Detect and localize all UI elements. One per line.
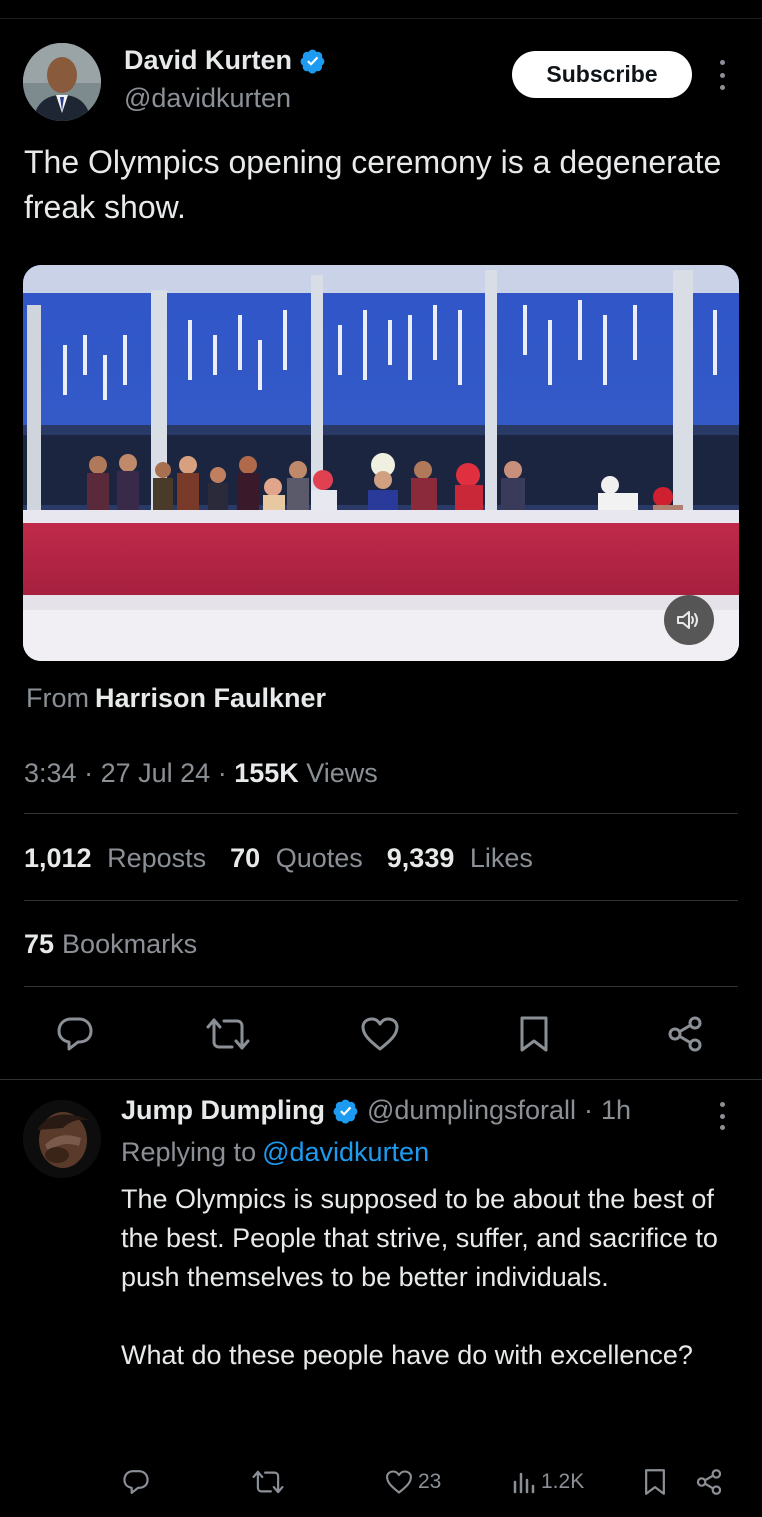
bookmark-icon [520,1016,548,1052]
reposts-stat[interactable]: 1,012 Reposts [24,843,206,874]
reply-bookmark-button[interactable] [643,1462,667,1502]
divider [24,813,738,814]
from-name[interactable]: Harrison Faulkner [95,683,326,713]
verified-badge-icon [333,1099,358,1123]
reply-paragraph: What do these people have do with excell… [121,1340,693,1370]
reply-button[interactable] [53,1010,97,1058]
repost-button[interactable] [206,1010,250,1058]
reply-repost-button[interactable] [252,1462,284,1502]
reply-like-count: 23 [418,1470,442,1493]
share-icon [668,1016,702,1052]
tweet-action-bar [0,1010,762,1058]
reply-age[interactable]: 1h [601,1095,631,1126]
author-name-row[interactable]: David Kurten [124,45,326,76]
replying-to: Replying to @davidkurten [121,1137,429,1168]
more-options-icon[interactable] [712,60,732,90]
repost-icon [206,1018,250,1050]
from-attribution: From Harrison Faulkner [26,683,326,714]
divider [24,986,738,987]
share-button[interactable] [663,1010,707,1058]
reply-icon [57,1017,93,1051]
reply-action-bar: 23 1.2K [0,1462,762,1502]
tweet-date[interactable]: 27 Jul 24 [101,758,211,788]
divider [24,900,738,901]
top-divider [0,18,762,19]
reply-avatar-photo [23,1100,101,1178]
reposts-label: Reposts [107,843,207,873]
reply-share-button[interactable] [695,1462,723,1502]
reply-like-button[interactable]: 23 [385,1462,441,1502]
verified-badge-icon [300,49,325,73]
bookmark-icon [645,1469,665,1495]
reply-reply-button[interactable] [122,1462,150,1502]
likes-stat[interactable]: 9,339 Likes [387,843,533,874]
quotes-stat[interactable]: 70 Quotes [230,843,363,874]
views-count: 155K [234,758,299,788]
author-handle[interactable]: @davidkurten [124,83,291,114]
bookmarks-stat[interactable]: 75 Bookmarks [24,929,197,960]
thread-separator [0,1079,762,1080]
tweet-text: The Olympics opening ceremony is a degen… [24,144,722,225]
reply-author-handle[interactable]: @dumplingsforall [367,1095,576,1126]
reply-header: Jump Dumpling @dumplingsforall · 1h [121,1095,632,1126]
reply-author-name[interactable]: Jump Dumpling [121,1095,325,1126]
bookmarks-count: 75 [24,929,55,959]
video-frame [23,265,739,661]
reply-paragraph: The Olympics is supposed to be about the… [121,1184,718,1292]
reply-text: The Olympics is supposed to be about the… [121,1180,741,1375]
speaker-icon [677,611,698,629]
author-avatar[interactable] [23,43,101,121]
replying-to-link[interactable]: @davidkurten [262,1137,429,1167]
sound-toggle-button[interactable] [664,595,714,645]
tweet-time[interactable]: 3:34 [24,758,77,788]
tweet-meta: 3:34 · 27 Jul 24 · 155K Views [24,758,378,788]
likes-label: Likes [469,843,533,873]
views-label: Views [306,758,378,788]
replying-prefix: Replying to [121,1137,257,1167]
reply-views-button[interactable]: 1.2K [512,1462,584,1502]
quotes-label: Quotes [275,843,363,873]
like-button[interactable] [358,1010,402,1058]
quotes-count: 70 [230,843,261,873]
reply-views-count: 1.2K [541,1470,585,1493]
bookmark-button[interactable] [512,1010,556,1058]
likes-count: 9,339 [386,843,455,873]
reply-author-avatar[interactable] [23,1100,101,1178]
from-prefix: From [26,683,89,713]
subscribe-button[interactable]: Subscribe [512,51,692,98]
heart-icon [361,1017,399,1051]
views-bar-icon [513,1472,535,1494]
engagement-stats: 1,012 Reposts 70 Quotes 9,339 Likes [24,843,533,874]
repost-icon [252,1470,284,1494]
tweet-video[interactable] [23,265,739,661]
reposts-count: 1,012 [24,843,92,873]
reply-more-options-icon[interactable] [712,1102,732,1130]
avatar-photo [23,43,101,121]
author-name[interactable]: David Kurten [124,45,292,76]
share-icon [696,1469,722,1495]
reply-icon [123,1470,149,1494]
heart-icon [386,1470,412,1494]
bookmarks-label: Bookmarks [62,929,198,959]
